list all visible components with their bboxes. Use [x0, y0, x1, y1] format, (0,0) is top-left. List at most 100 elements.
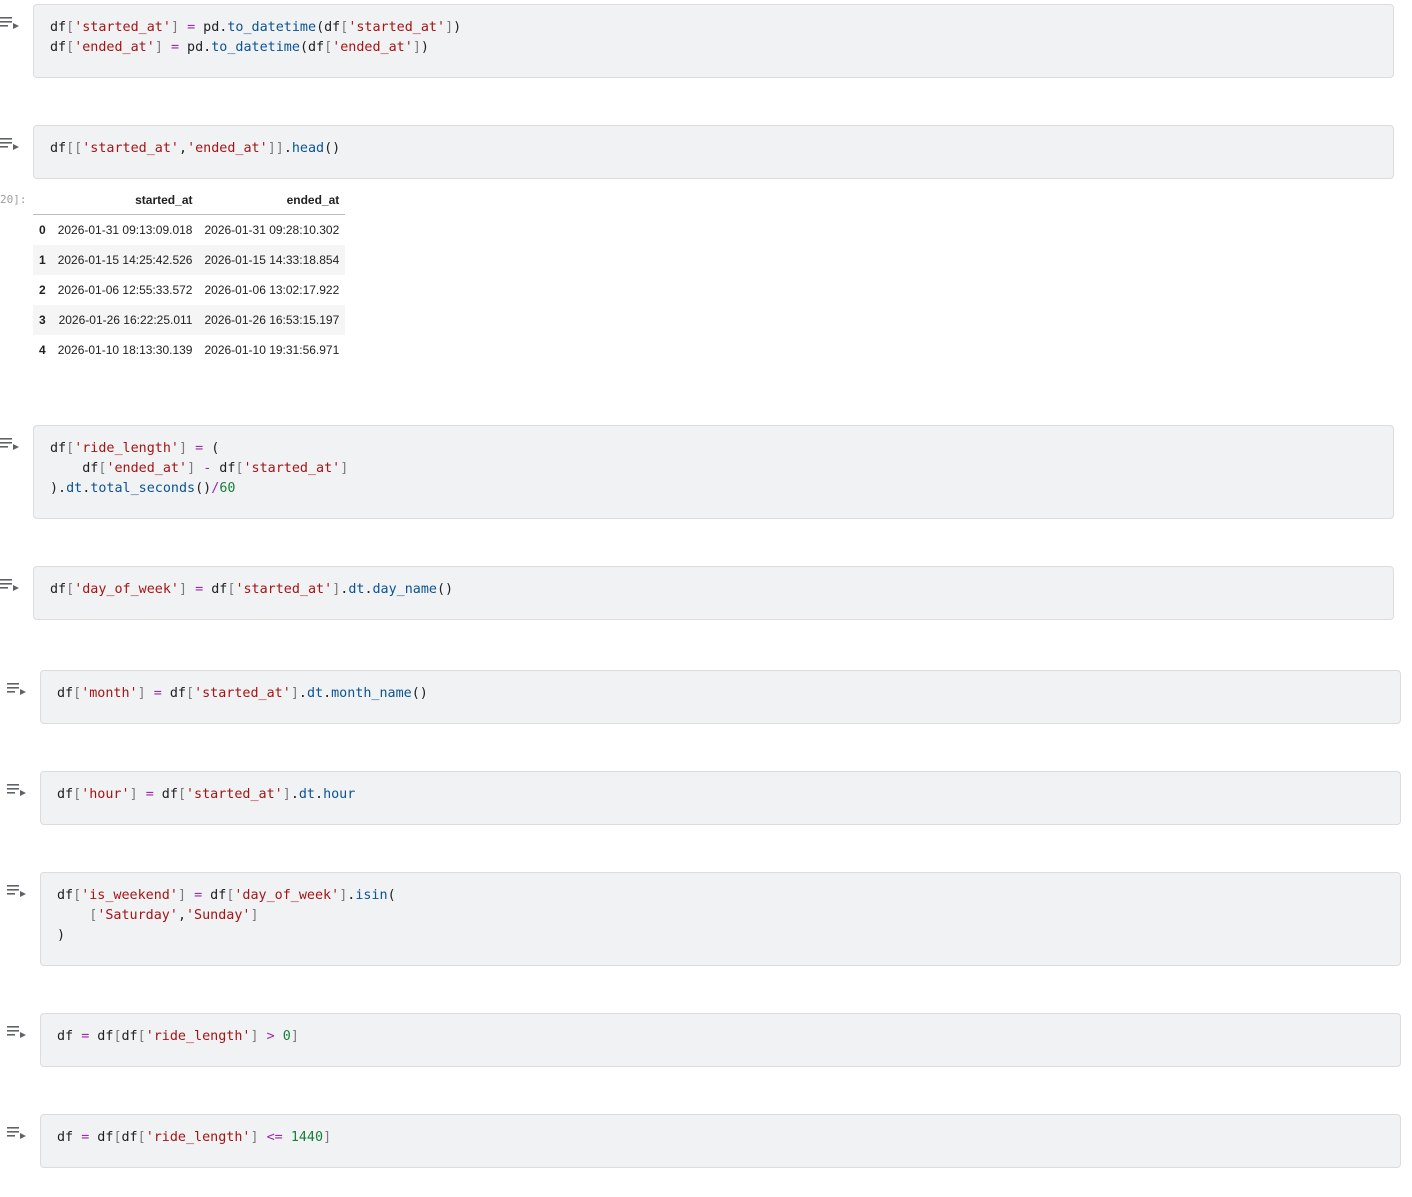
code-token: ] [170, 20, 179, 35]
code-token: [ [66, 40, 75, 55]
code-cell: df['started_at'] = pd.to_datetime(df['st… [0, 4, 1394, 78]
run-cell-icon [7, 885, 26, 897]
code-token: ]] [267, 141, 284, 156]
code-token: ] [187, 461, 196, 476]
code-token: 'started_at' [235, 582, 333, 597]
run-cell-icon [7, 1127, 26, 1139]
code-token: ] [323, 1130, 332, 1145]
code-token: df [50, 40, 67, 55]
code-editor[interactable]: df['ride_length'] = ( df['ended_at'] - d… [33, 425, 1394, 519]
code-token: (df [316, 20, 341, 35]
code-editor[interactable]: df['day_of_week'] = df['started_at'].dt.… [33, 566, 1394, 620]
code-token: [[ [66, 141, 83, 156]
code-editor[interactable]: df = df[df['ride_length'] <= 1440] [40, 1114, 1401, 1168]
code-token: [ [137, 1029, 146, 1044]
table-cell: 2026-01-26 16:53:15.197 [204, 313, 340, 327]
code-token: df [57, 787, 74, 802]
run-cell-button[interactable] [7, 783, 31, 799]
code-token: 'hour' [81, 787, 130, 802]
code-token: df [89, 1029, 114, 1044]
code-token: = [187, 20, 196, 35]
code-editor[interactable]: df['month'] = df['started_at'].dt.month_… [40, 670, 1401, 724]
run-cell-icon [0, 579, 19, 591]
code-token: [ [235, 461, 244, 476]
run-cell-button[interactable] [0, 578, 24, 594]
code-token: ) [57, 928, 66, 943]
run-cell-icon [7, 1026, 26, 1038]
code-token: [ [177, 787, 186, 802]
code-token: ). [50, 481, 67, 496]
code-editor[interactable]: df['is_weekend'] = df['day_of_week'].isi… [40, 872, 1401, 966]
code-token: 'ended_at' [74, 40, 155, 55]
table-cell: 2026-01-06 12:55:33.572 [57, 283, 193, 297]
code-text: df['month'] = df['started_at'].dt.month_… [57, 684, 428, 704]
code-token: = [195, 582, 204, 597]
run-cell-button[interactable] [7, 884, 31, 900]
code-token: [ [113, 1130, 122, 1145]
code-token: 'is_weekend' [81, 888, 178, 903]
code-token: [ [73, 686, 82, 701]
code-token: df [202, 888, 227, 903]
code-token: = [194, 888, 203, 903]
code-cell: df = df[df['ride_length'] > 0] [7, 1013, 1401, 1067]
code-token: ( [203, 441, 220, 456]
code-token: dt [306, 686, 324, 701]
code-token: ] [250, 1130, 259, 1145]
code-token: df [153, 787, 178, 802]
code-token: pd. [179, 40, 212, 55]
table-cell: 2026-01-10 18:13:30.139 [57, 343, 193, 357]
code-token: df [50, 461, 99, 476]
column-header: ended_at [198, 186, 346, 215]
table-cell: 2026-01-26 16:22:25.011 [58, 313, 193, 327]
run-cell-button[interactable] [7, 1025, 31, 1041]
run-cell-button[interactable] [0, 16, 24, 32]
row-index: 2 [39, 283, 46, 297]
run-cell-button[interactable] [7, 682, 31, 698]
code-text: df['is_weekend'] = df['day_of_week'].isi… [57, 886, 396, 946]
code-token: = [195, 441, 204, 456]
table-row: 0 2026-01-31 09:13:09.018 2026-01-31 09:… [33, 215, 345, 246]
code-token: [ [73, 888, 82, 903]
code-token: () [324, 141, 341, 156]
code-token: () [195, 481, 212, 496]
code-cell: df['ride_length'] = ( df['ended_at'] - d… [0, 425, 1394, 519]
code-editor[interactable]: df['started_at'] = pd.to_datetime(df['st… [33, 4, 1394, 78]
code-cell: df['hour'] = df['started_at'].dt.hour [7, 771, 1401, 825]
run-cell-icon [0, 17, 19, 29]
code-token: ] [290, 686, 299, 701]
code-token: dt [298, 787, 315, 802]
run-cell-button[interactable] [0, 437, 24, 453]
code-token: ] [250, 1029, 259, 1044]
code-token: . [290, 787, 299, 802]
code-token: isin [355, 888, 388, 903]
index-header [33, 186, 52, 215]
code-token: 'ended_at' [106, 461, 188, 476]
code-token: dt [66, 481, 83, 496]
code-token: . [298, 686, 307, 701]
row-index: 3 [39, 313, 46, 327]
table-row: 4 2026-01-10 18:13:30.139 2026-01-10 19:… [33, 335, 345, 365]
code-cell: df['month'] = df['started_at'].dt.month_… [7, 670, 1401, 724]
code-token: [ [137, 1130, 146, 1145]
code-token: ] [250, 908, 259, 923]
run-cell-icon [0, 438, 19, 450]
code-editor[interactable]: df[['started_at','ended_at']].head() [33, 125, 1394, 179]
code-editor[interactable]: df = df[df['ride_length'] > 0] [40, 1013, 1401, 1067]
code-editor[interactable]: df['hour'] = df['started_at'].dt.hour [40, 771, 1401, 825]
code-token: 'Sunday' [186, 908, 251, 923]
code-text: df['hour'] = df['started_at'].dt.hour [57, 785, 355, 805]
run-cell-button[interactable] [0, 137, 24, 153]
code-token: df [161, 686, 186, 701]
code-text: df = df[df['ride_length'] <= 1440] [57, 1128, 331, 1148]
table-cell: 2026-01-15 14:33:18.854 [204, 253, 340, 267]
row-index: 1 [39, 253, 46, 267]
run-cell-button[interactable] [7, 1126, 31, 1142]
code-token: . [315, 787, 324, 802]
code-token: , [179, 141, 188, 156]
code-token: 0 [282, 1029, 291, 1044]
